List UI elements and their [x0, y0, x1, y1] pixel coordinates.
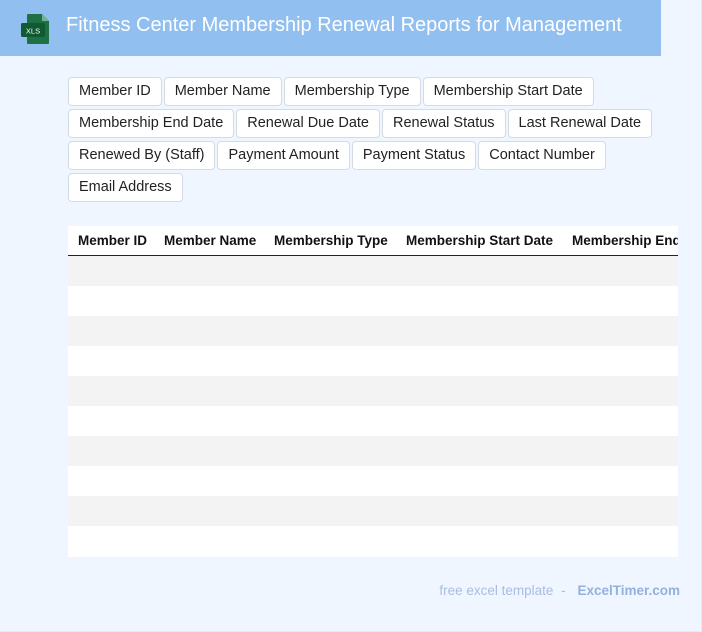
template-page: XLS Fitness Center Membership Renewal Re… — [0, 0, 702, 632]
column-header[interactable]: Member ID — [68, 226, 154, 255]
field-chip[interactable]: Renewal Status — [381, 109, 506, 138]
table-row — [68, 256, 678, 286]
table-row — [68, 346, 678, 376]
data-table: Member ID Member Name Membership Type Membe… — [68, 226, 678, 557]
table-body — [68, 256, 678, 556]
field-chip[interactable]: Contact Number — [478, 141, 606, 170]
field-chip[interactable]: Membership Type — [283, 77, 421, 106]
table-row — [68, 526, 678, 556]
table-row — [68, 496, 678, 526]
field-chip-list: Member ID Member Name Membership Type Membe… — [68, 77, 668, 202]
field-chip[interactable]: Renewal Due Date — [236, 109, 380, 138]
table-row — [68, 376, 678, 406]
field-chip[interactable]: Email Address — [68, 173, 183, 202]
footer-credit: free excel template - ExcelTimer.com — [439, 583, 680, 598]
field-chip[interactable]: Last Renewal Date — [507, 109, 653, 138]
table-row — [68, 316, 678, 346]
field-chip[interactable]: Member ID — [68, 77, 162, 106]
field-chip[interactable]: Member Name — [163, 77, 282, 106]
field-chip[interactable]: Payment Amount — [217, 141, 350, 170]
table-header-row: Member ID Member Name Membership Type Membe… — [68, 226, 678, 256]
field-chip[interactable]: Payment Status — [351, 141, 477, 170]
column-header[interactable]: Member Name — [154, 226, 264, 255]
header-bar: XLS Fitness Center Membership Renewal Re… — [0, 0, 661, 56]
xls-icon-label: XLS — [26, 27, 40, 36]
page-title: Fitness Center Membership Renewal Report… — [66, 14, 622, 36]
column-header[interactable]: Membership Start Date — [396, 226, 562, 255]
table-row — [68, 286, 678, 316]
footer-free-text: free excel template — [439, 583, 554, 598]
field-chip[interactable]: Membership End Date — [68, 109, 235, 138]
footer-brand-link[interactable]: ExcelTimer.com — [577, 583, 680, 598]
table-row — [68, 466, 678, 496]
column-header[interactable]: Membership Type — [264, 226, 396, 255]
column-header[interactable]: Membership End Date — [562, 226, 678, 255]
field-chip[interactable]: Membership Start Date — [422, 77, 594, 106]
field-chip[interactable]: Renewed By (Staff) — [68, 141, 216, 170]
table-row — [68, 406, 678, 436]
xls-file-icon: XLS — [21, 14, 49, 44]
footer-separator: - — [561, 583, 566, 598]
table-row — [68, 436, 678, 466]
